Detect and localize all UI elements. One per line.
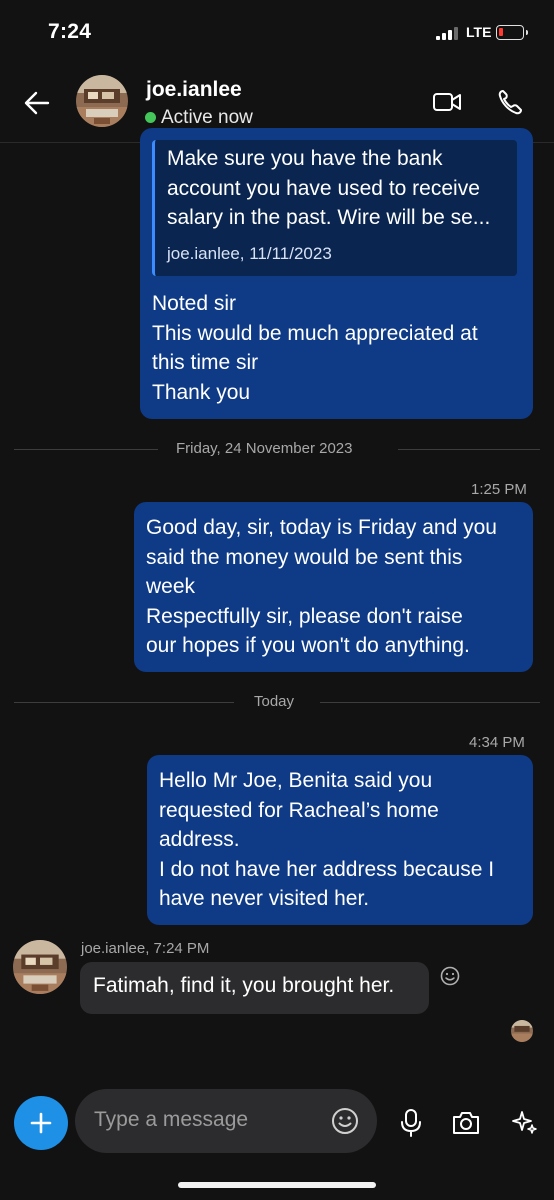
date-divider-line [398,449,540,450]
active-status: Active now [161,107,253,128]
active-indicator [145,112,156,123]
home-indicator [178,1182,376,1188]
back-arrow-icon[interactable] [22,88,52,118]
add-reaction-icon[interactable] [440,966,460,986]
add-attachment-button[interactable] [14,1096,68,1150]
status-time: 7:24 [48,20,92,43]
quoted-message[interactable]: Make sure you have the bank account you … [152,140,517,276]
incoming-meta: joe.ianlee, 7:24 PM [81,940,210,957]
emoji-icon[interactable] [331,1107,359,1135]
quoted-text: Make sure you have the bank account you … [167,147,491,229]
date-divider: Friday, 24 November 2023 [176,440,353,457]
read-receipt-avatar [511,1020,533,1042]
quoted-meta: joe.ianlee, 11/11/2023 [167,244,332,263]
battery-icon [496,25,528,40]
date-divider: Today [254,693,295,710]
sparkle-icon[interactable] [511,1108,539,1136]
avatar-image [13,940,67,994]
contact-name[interactable]: joe.ianlee [146,78,242,102]
message-time: 1:25 PM [471,481,527,498]
video-call-icon[interactable] [432,90,462,114]
message-time: 4:34 PM [469,734,525,751]
phone-icon[interactable] [497,88,523,116]
camera-icon[interactable] [451,1110,481,1136]
microphone-icon[interactable] [400,1108,422,1138]
contact-avatar[interactable] [76,75,128,127]
plus-icon [30,1112,52,1134]
avatar-image [76,75,128,127]
incoming-message-bubble[interactable]: Fatimah, find it, you brought her. [80,962,429,1014]
date-divider-line [14,702,234,703]
date-divider-line [320,702,540,703]
signal-icon [436,27,458,40]
outgoing-message-bubble[interactable]: Good day, sir, today is Friday and you s… [134,502,533,672]
network-label: LTE [466,24,492,40]
outgoing-message-bubble[interactable]: Hello Mr Joe, Benita said you requested … [147,755,533,925]
sender-avatar[interactable] [13,940,67,994]
date-divider-line [14,449,158,450]
message-input-placeholder[interactable]: Type a message [94,1108,248,1132]
message-text: Noted sir This would be much appreciated… [152,292,478,404]
